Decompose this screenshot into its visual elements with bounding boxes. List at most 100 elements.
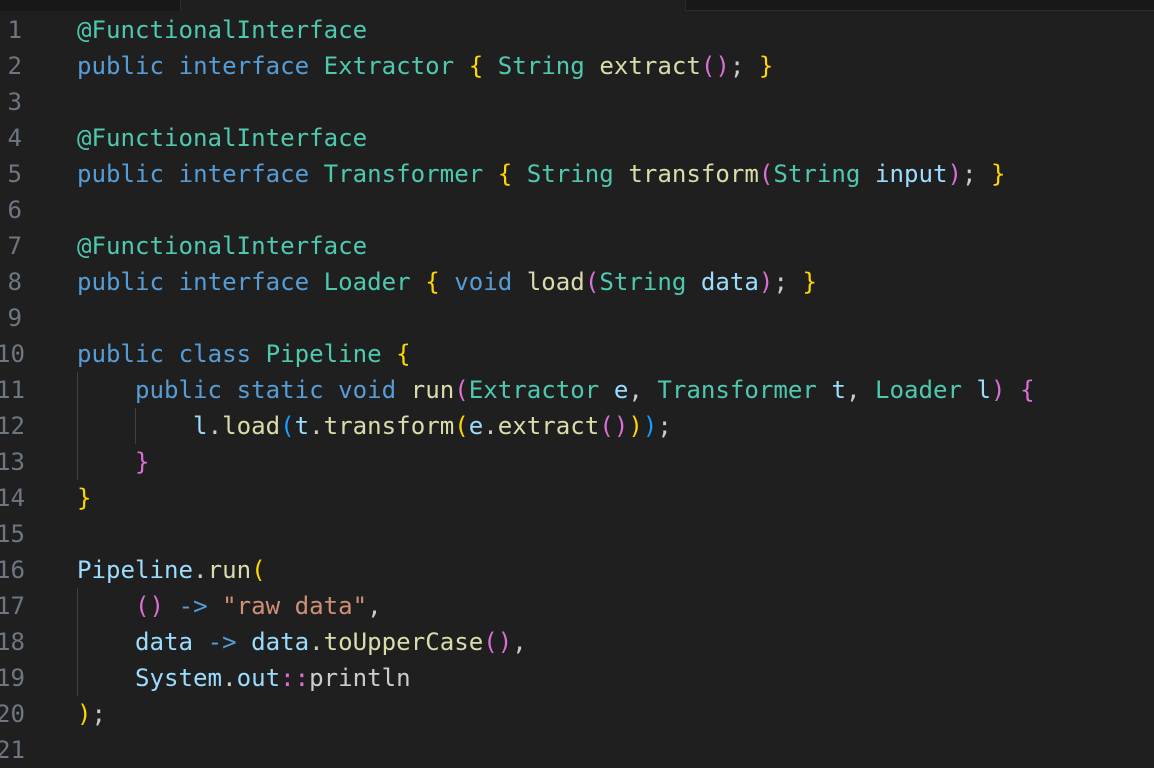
code-line[interactable]: 20); bbox=[0, 696, 1154, 732]
code-token: , bbox=[628, 376, 658, 404]
code-token: run bbox=[410, 376, 455, 404]
code-token: :: bbox=[280, 664, 310, 692]
code-token: load bbox=[526, 268, 585, 296]
code-line[interactable]: 18 data -> data.toUpperCase(), bbox=[0, 624, 1154, 660]
line-number: 4 bbox=[7, 124, 22, 152]
code-token: String bbox=[497, 52, 585, 80]
line-number: 9 bbox=[7, 304, 22, 332]
code-token: Pipeline bbox=[77, 556, 194, 584]
code-line[interactable]: 5 public interface Transformer { String t… bbox=[0, 156, 1154, 192]
code-token: () bbox=[135, 592, 165, 620]
line-number: 5 bbox=[7, 160, 22, 188]
code-text: @FunctionalInterface bbox=[77, 228, 367, 264]
line-number: 21 bbox=[0, 736, 26, 764]
code-token: . bbox=[309, 628, 324, 656]
code-token: { bbox=[396, 340, 411, 368]
code-token: ( bbox=[758, 160, 774, 188]
code-token: interface bbox=[178, 268, 310, 296]
code-line[interactable]: 16 Pipeline.run( bbox=[0, 552, 1154, 588]
code-token: @FunctionalInterface bbox=[77, 124, 368, 152]
code-token: ) bbox=[77, 700, 92, 728]
code-token: () bbox=[599, 412, 629, 440]
code-line[interactable]: 1 @FunctionalInterface bbox=[0, 12, 1154, 48]
code-token: void bbox=[454, 268, 513, 296]
code-line[interactable]: 9 bbox=[0, 300, 1154, 336]
code-token: public bbox=[77, 340, 165, 368]
code-token: () bbox=[700, 52, 730, 80]
line-number: 10 bbox=[0, 340, 26, 368]
code-text: @FunctionalInterface bbox=[77, 12, 367, 48]
code-line[interactable]: 15 bbox=[0, 516, 1154, 552]
editor-tab[interactable] bbox=[180, 0, 686, 11]
line-number: 16 bbox=[0, 556, 26, 584]
code-token: String bbox=[773, 160, 861, 188]
code-token: { bbox=[468, 52, 484, 80]
line-number: 3 bbox=[7, 88, 22, 116]
code-line[interactable]: 2 public interface Extractor { String ext… bbox=[0, 48, 1154, 84]
code-line[interactable]: 7 @FunctionalInterface bbox=[0, 228, 1154, 264]
code-token: } bbox=[991, 160, 1006, 188]
code-text: public interface Transformer { String tr… bbox=[77, 156, 1006, 192]
code-line[interactable]: 13 } bbox=[0, 444, 1154, 480]
line-number: 18 bbox=[0, 628, 26, 656]
code-token: Extractor bbox=[468, 376, 600, 404]
code-line[interactable]: 6 bbox=[0, 192, 1154, 228]
code-editor[interactable]: 1 @FunctionalInterface 2 public interface E… bbox=[0, 12, 1154, 764]
code-line[interactable]: 21 bbox=[0, 732, 1154, 768]
code-line[interactable]: 11 public static void run(Extractor e, T… bbox=[0, 372, 1154, 408]
code-token: t bbox=[294, 412, 310, 440]
code-token: ; bbox=[962, 160, 992, 188]
code-text: ); bbox=[77, 696, 106, 732]
code-token: ) bbox=[758, 268, 774, 296]
code-token: { bbox=[1020, 376, 1035, 404]
code-line[interactable]: 17 () -> "raw data", bbox=[0, 588, 1154, 624]
code-line[interactable]: 12 l.load(t.transform(e.extract())); bbox=[0, 408, 1154, 444]
code-token: class bbox=[178, 340, 252, 368]
code-line[interactable]: 8 public interface Loader { void load(Str… bbox=[0, 264, 1154, 300]
code-token: { bbox=[425, 268, 440, 296]
code-token: String bbox=[526, 160, 614, 188]
code-line[interactable]: 19 System.out::println bbox=[0, 660, 1154, 696]
code-token: . bbox=[483, 412, 498, 440]
code-token: void bbox=[338, 376, 397, 404]
code-token: l bbox=[976, 376, 992, 404]
code-line[interactable]: 10 public class Pipeline { bbox=[0, 336, 1154, 372]
code-token: String bbox=[599, 268, 687, 296]
code-token: ; bbox=[91, 700, 107, 728]
code-line[interactable]: 3 bbox=[0, 84, 1154, 120]
code-token: toUpperCase bbox=[323, 628, 484, 656]
line-number: 20 bbox=[0, 700, 26, 728]
code-token: public bbox=[77, 52, 165, 80]
code-line[interactable]: 14} bbox=[0, 480, 1154, 516]
code-token: @FunctionalInterface bbox=[77, 16, 368, 44]
code-token: ( bbox=[584, 268, 600, 296]
code-line[interactable]: 4 @FunctionalInterface bbox=[0, 120, 1154, 156]
code-text: } bbox=[77, 444, 150, 480]
code-text: System.out::println bbox=[77, 660, 411, 696]
line-number: 15 bbox=[0, 520, 26, 548]
code-text: public static void run(Extractor e, Tran… bbox=[77, 372, 1035, 408]
code-text: l.load(t.transform(e.extract())); bbox=[77, 408, 672, 444]
code-token: ; bbox=[729, 52, 759, 80]
line-number: 6 bbox=[7, 196, 22, 224]
code-token: Pipeline bbox=[265, 340, 382, 368]
